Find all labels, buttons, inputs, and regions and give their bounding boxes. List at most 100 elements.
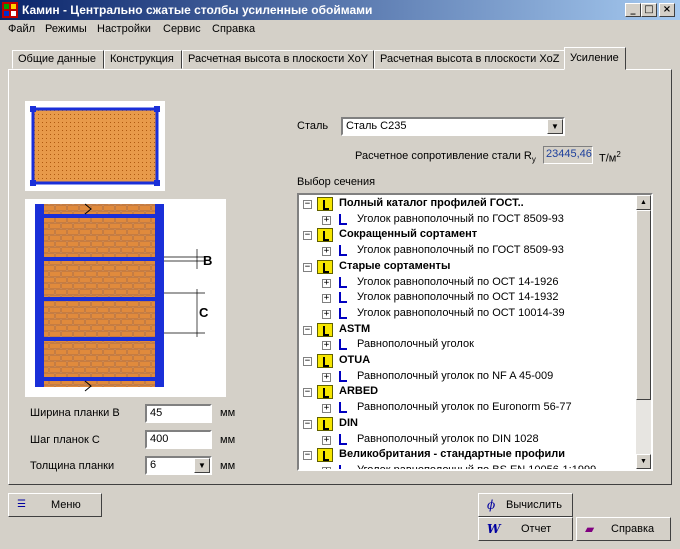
dimension-b-label: B (203, 253, 212, 268)
tab-strip: Общие данные Конструкция Расчетная высот… (8, 47, 672, 70)
tree-item[interactable]: + Равнополочный уголок по DIN 1028 (299, 432, 639, 448)
angle-profile-icon (339, 307, 347, 319)
tree-group[interactable]: − Сокращенный сортамент (299, 227, 639, 243)
step-input[interactable]: 400 (145, 430, 212, 449)
chevron-down-icon[interactable]: ▼ (194, 458, 210, 473)
tree-item[interactable]: + Уголок равнополочный по ГОСТ 8509-93 (299, 212, 639, 228)
word-icon: W (487, 522, 501, 536)
expand-icon[interactable]: + (322, 215, 331, 225)
angle-profile-icon (339, 292, 347, 304)
collapse-icon[interactable]: − (303, 262, 312, 272)
collapse-icon[interactable]: − (303, 325, 312, 335)
menu-modes[interactable]: Режимы (45, 23, 87, 35)
tree-item[interactable]: + Уголок равнополочный по ОСТ 10014-39 (299, 306, 639, 322)
tree-item[interactable]: + Уголок равнополочный по BS EN 10056-1:1… (299, 463, 639, 471)
step-label: Шаг планок C (30, 434, 100, 446)
tab-construction[interactable]: Конструкция (104, 50, 182, 69)
tree-label: ARBED (339, 385, 379, 398)
help-button[interactable]: ▰ Справка (576, 517, 671, 541)
resist-unit: Т/м2 (599, 150, 621, 165)
resist-label: Расчетное сопротивление стали Ry (355, 150, 536, 165)
close-button[interactable]: × (659, 3, 675, 17)
tree-group[interactable]: − Великобритания - стандартные профили (299, 447, 639, 463)
tree-label: Равнополочный уголок по Euronorm 56-77 (357, 401, 572, 414)
tree-item[interactable]: + Равнополочный уголок по Euronorm 56-77 (299, 400, 639, 416)
maximize-button[interactable]: □ (641, 3, 657, 17)
phi-icon: ϕ (487, 498, 496, 512)
tree-item[interactable]: + Уголок равнополочный по ОСТ 14-1926 (299, 275, 639, 291)
tree-label: ASTM (339, 322, 371, 335)
angle-profile-icon (339, 433, 347, 445)
scroll-thumb[interactable] (636, 210, 651, 400)
tree-label: Равнополочный уголок по DIN 1028 (357, 432, 539, 445)
expand-icon[interactable]: + (322, 435, 331, 445)
collapse-icon[interactable]: − (303, 231, 312, 241)
tree-item[interactable]: + Равнополочный уголок по NF A 45-009 (299, 369, 639, 385)
collapse-icon[interactable]: − (303, 388, 312, 398)
tree-item[interactable]: + Уголок равнополочный по ГОСТ 8509-93 (299, 243, 639, 259)
section-choice-label: Выбор сечения (297, 176, 376, 188)
catalog-icon (317, 385, 333, 400)
angle-profile-icon (339, 402, 347, 414)
tree-item[interactable]: + Уголок равнополочный по ОСТ 14-1932 (299, 290, 639, 306)
report-button[interactable]: W Отчет (478, 517, 573, 541)
step-unit: мм (220, 434, 236, 446)
menu-service[interactable]: Сервис (163, 23, 201, 35)
menu-button[interactable]: ☰ Меню (8, 493, 102, 517)
section-tree[interactable]: − Полный каталог профилей ГОСТ.. + Уголок р… (297, 193, 653, 471)
expand-icon[interactable]: + (322, 309, 331, 319)
tree-group[interactable]: − DIN (299, 416, 639, 432)
angle-profile-icon (339, 213, 347, 225)
catalog-icon (317, 354, 333, 368)
tree-label: Уголок равнополочный по ГОСТ 8509-93 (357, 244, 564, 257)
title-bar: Камин - Центрально сжатые столбы усиленн… (0, 0, 680, 20)
tree-label: Равнополочный уголок (357, 338, 474, 351)
book-icon: ▰ (585, 522, 595, 536)
menu-file[interactable]: Файл (8, 23, 35, 35)
tree-item[interactable]: + Равнополочный уголок (299, 337, 639, 353)
thickness-select[interactable]: 6 ▼ (145, 456, 212, 475)
thickness-unit: мм (220, 460, 236, 472)
collapse-icon[interactable]: − (303, 419, 312, 429)
tree-group[interactable]: − ASTM (299, 322, 639, 338)
tree-scrollbar[interactable]: ▲ ▼ (636, 195, 651, 469)
expand-icon[interactable]: + (322, 404, 331, 414)
steel-select[interactable]: Сталь С235 ▼ (341, 117, 565, 136)
calculate-button[interactable]: ϕ Вычислить (478, 493, 573, 517)
tree-label: Уголок равнополочный по ОСТ 14-1932 (357, 291, 559, 304)
tab-reinforcement[interactable]: Усиление (564, 47, 626, 70)
menu-help[interactable]: Справка (212, 23, 255, 35)
tab-general[interactable]: Общие данные (12, 50, 104, 69)
angle-profile-icon (339, 370, 347, 382)
expand-icon[interactable]: + (322, 294, 331, 304)
menu-list-icon: ☰ (17, 499, 26, 510)
app-icon (2, 2, 18, 18)
width-input[interactable]: 45 (145, 404, 212, 423)
chevron-down-icon[interactable]: ▼ (547, 119, 563, 134)
window-title: Камин - Центрально сжатые столбы усиленн… (22, 3, 373, 17)
expand-icon[interactable]: + (322, 372, 331, 382)
steel-value: Сталь С235 (346, 120, 407, 132)
expand-icon[interactable]: + (322, 247, 331, 257)
tree-group[interactable]: − OTUA (299, 353, 639, 369)
expand-icon[interactable]: + (322, 466, 331, 469)
expand-icon[interactable]: + (322, 278, 331, 288)
tab-height-xoy[interactable]: Расчетная высота в плоскости XoY (182, 50, 374, 69)
width-label: Ширина планки B (30, 407, 120, 419)
expand-icon[interactable]: + (322, 341, 331, 351)
angle-profile-icon (339, 276, 347, 288)
tree-group[interactable]: − Полный каталог профилей ГОСТ.. (299, 196, 639, 212)
collapse-icon[interactable]: − (303, 200, 312, 209)
tree-group[interactable]: − ARBED (299, 384, 639, 400)
tab-height-xoz[interactable]: Расчетная высота в плоскости XoZ (374, 50, 566, 69)
collapse-icon[interactable]: − (303, 451, 312, 461)
collapse-icon[interactable]: − (303, 357, 312, 366)
minimize-button[interactable]: _ (625, 3, 641, 17)
tree-label: Уголок равнополочный по BS EN 10056-1:19… (357, 463, 597, 471)
scroll-up-icon[interactable]: ▲ (636, 195, 651, 210)
scroll-down-icon[interactable]: ▼ (636, 454, 651, 469)
menu-settings[interactable]: Настройки (97, 23, 151, 35)
catalog-icon (317, 416, 333, 431)
catalog-icon (317, 228, 333, 243)
tree-group[interactable]: − Старые сортаменты (299, 259, 639, 275)
